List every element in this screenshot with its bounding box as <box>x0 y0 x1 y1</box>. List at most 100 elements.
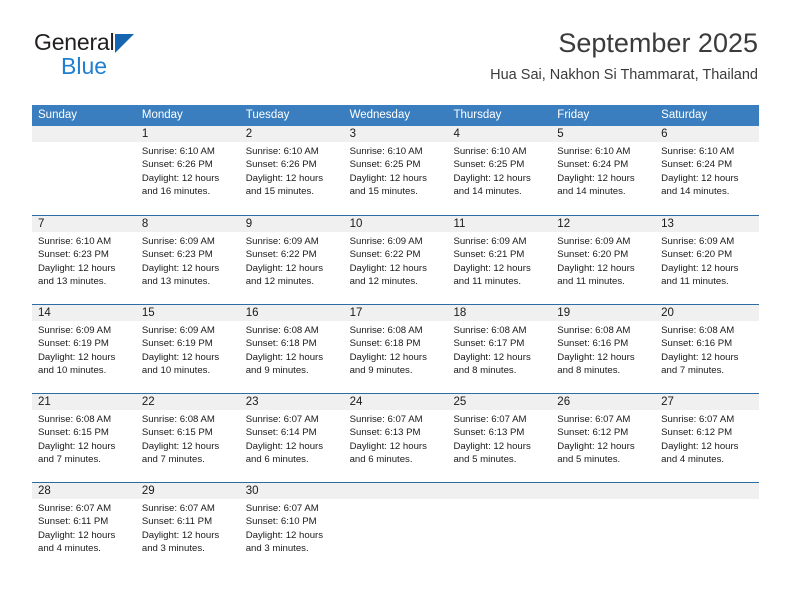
logo-text-blue: Blue <box>61 53 108 79</box>
day-detail-lines: Sunrise: 6:09 AM Sunset: 6:20 PM Daylight:… <box>551 232 655 289</box>
calendar-day-cell[interactable]: 1 Sunrise: 6:10 AM Sunset: 6:26 PM Daylight… <box>135 126 240 215</box>
calendar-day-cell[interactable]: 24 Sunrise: 6:07 AM Sunset: 6:13 PM Dayligh… <box>343 394 448 482</box>
calendar-day-cell[interactable]: 27 Sunrise: 6:07 AM Sunset: 6:12 PM Dayligh… <box>655 394 760 482</box>
day-number: 18 <box>447 305 552 321</box>
day-detail-line: Sunrise: 6:08 AM <box>661 325 735 336</box>
day-number: 14 <box>32 305 136 321</box>
day-number: 21 <box>32 394 136 410</box>
calendar-day-cell[interactable]: 25 Sunrise: 6:07 AM Sunset: 6:13 PM Dayligh… <box>447 394 552 482</box>
calendar-day-cell[interactable]: 2 Sunrise: 6:10 AM Sunset: 6:26 PM Daylight… <box>239 126 344 215</box>
page-subtitle: Hua Sai, Nakhon Si Thammarat, Thailand <box>490 67 758 83</box>
day-detail-line: Sunset: 6:23 PM <box>141 249 213 261</box>
day-detail-lines: Sunrise: 6:08 AM Sunset: 6:16 PM Daylight:… <box>551 321 655 378</box>
day-detail-lines: Sunrise: 6:09 AM Sunset: 6:19 PM Daylight:… <box>136 321 240 378</box>
day-detail-line: and 3 minutes. <box>141 543 205 555</box>
day-detail-lines: Sunrise: 6:10 AM Sunset: 6:26 PM Daylight:… <box>240 142 344 199</box>
day-detail-line: Sunrise: 6:10 AM <box>453 146 527 157</box>
general-blue-logo[interactable]: General Blue <box>34 28 214 84</box>
calendar-day-cell[interactable]: 21 Sunrise: 6:08 AM Sunset: 6:15 PM Dayligh… <box>32 394 136 482</box>
weekday-header-sunday: Sunday <box>38 109 78 121</box>
day-detail-line: Daylight: 12 hours <box>557 262 635 274</box>
calendar-day-cell[interactable]: 14 Sunrise: 6:09 AM Sunset: 6:19 PM Dayligh… <box>32 305 136 393</box>
day-detail-line: Sunrise: 6:08 AM <box>453 325 527 336</box>
day-detail-lines: Sunrise: 6:09 AM Sunset: 6:22 PM Daylight:… <box>344 232 448 289</box>
calendar-day-cell[interactable]: 15 Sunrise: 6:09 AM Sunset: 6:19 PM Dayligh… <box>135 305 240 393</box>
day-detail-line: Sunset: 6:19 PM <box>38 338 109 350</box>
calendar-day-cell[interactable]: 10 Sunrise: 6:09 AM Sunset: 6:22 PM Dayligh… <box>343 216 448 304</box>
day-detail-line: Daylight: 12 hours <box>141 351 220 363</box>
day-detail-line: Daylight: 12 hours <box>661 262 739 274</box>
day-detail-line: Sunset: 6:12 PM <box>661 427 733 439</box>
calendar-day-cell[interactable]: 30 Sunrise: 6:07 AM Sunset: 6:10 PM Dayligh… <box>239 483 344 571</box>
day-number: 7 <box>32 216 136 232</box>
calendar-day-cell[interactable]: 3 Sunrise: 6:10 AM Sunset: 6:25 PM Daylight… <box>343 126 448 215</box>
day-detail-lines: Sunrise: 6:08 AM Sunset: 6:18 PM Daylight:… <box>240 321 344 378</box>
day-detail-line: Sunrise: 6:07 AM <box>661 414 735 425</box>
day-detail-line: Sunrise: 6:09 AM <box>141 325 215 336</box>
day-detail-line: Sunset: 6:22 PM <box>349 249 421 261</box>
day-detail-line: Daylight: 12 hours <box>349 262 427 274</box>
calendar-day-cell[interactable]: 9 Sunrise: 6:09 AM Sunset: 6:22 PM Daylight… <box>239 216 344 304</box>
calendar-week-row: 1 Sunrise: 6:10 AM Sunset: 6:26 PM Daylight… <box>32 126 760 215</box>
day-detail-line: Sunrise: 6:07 AM <box>141 503 215 514</box>
day-detail-line: Daylight: 12 hours <box>141 262 220 274</box>
day-detail-lines: Sunrise: 6:08 AM Sunset: 6:17 PM Daylight:… <box>447 321 551 378</box>
page-title: September 2025 <box>558 28 758 58</box>
day-detail-lines: Sunrise: 6:10 AM Sunset: 6:24 PM Daylight:… <box>551 142 655 199</box>
day-detail-line: Daylight: 12 hours <box>245 529 324 541</box>
calendar-day-cell-empty <box>551 483 656 571</box>
day-detail-line: Sunrise: 6:09 AM <box>349 236 423 247</box>
day-detail-line: Sunset: 6:10 PM <box>245 516 317 528</box>
day-detail-line: Daylight: 12 hours <box>661 351 739 363</box>
day-detail-line: Daylight: 12 hours <box>453 172 531 184</box>
day-detail-line: and 5 minutes. <box>453 454 517 466</box>
day-detail-line: and 8 minutes. <box>557 365 621 377</box>
calendar-day-cell[interactable]: 17 Sunrise: 6:08 AM Sunset: 6:18 PM Dayligh… <box>343 305 448 393</box>
day-number: 5 <box>551 126 656 142</box>
day-number: 19 <box>551 305 656 321</box>
day-detail-line: Sunset: 6:20 PM <box>661 249 733 261</box>
day-detail-line: Sunrise: 6:07 AM <box>245 503 319 514</box>
calendar-day-cell[interactable]: 16 Sunrise: 6:08 AM Sunset: 6:18 PM Dayligh… <box>239 305 344 393</box>
day-detail-line: and 7 minutes. <box>661 365 725 377</box>
day-detail-line: Sunset: 6:12 PM <box>557 427 629 439</box>
day-detail-line: Sunrise: 6:10 AM <box>38 236 112 247</box>
day-detail-lines: Sunrise: 6:07 AM Sunset: 6:12 PM Daylight:… <box>655 410 759 467</box>
calendar-week-row: 7 Sunrise: 6:10 AM Sunset: 6:23 PM Daylight… <box>32 215 760 304</box>
day-detail-line: Daylight: 12 hours <box>38 440 116 452</box>
calendar-day-cell[interactable]: 11 Sunrise: 6:09 AM Sunset: 6:21 PM Dayligh… <box>447 216 552 304</box>
day-detail-line: and 13 minutes. <box>38 276 107 288</box>
calendar-day-cell[interactable]: 12 Sunrise: 6:09 AM Sunset: 6:20 PM Dayligh… <box>551 216 656 304</box>
calendar-day-cell[interactable]: 26 Sunrise: 6:07 AM Sunset: 6:12 PM Dayligh… <box>551 394 656 482</box>
calendar-day-cell-empty <box>447 483 552 571</box>
calendar-day-cell[interactable]: 19 Sunrise: 6:08 AM Sunset: 6:16 PM Dayligh… <box>551 305 656 393</box>
logo-text-general: General <box>34 29 115 55</box>
day-number: 27 <box>655 394 760 410</box>
day-detail-line: Sunset: 6:13 PM <box>349 427 421 439</box>
calendar-day-cell[interactable]: 28 Sunrise: 6:07 AM Sunset: 6:11 PM Dayligh… <box>32 483 136 571</box>
calendar-day-cell[interactable]: 6 Sunrise: 6:10 AM Sunset: 6:24 PM Daylight… <box>655 126 760 215</box>
calendar-day-cell[interactable]: 7 Sunrise: 6:10 AM Sunset: 6:23 PM Daylight… <box>32 216 136 304</box>
calendar-day-cell[interactable]: 23 Sunrise: 6:07 AM Sunset: 6:14 PM Dayligh… <box>239 394 344 482</box>
calendar-day-cell[interactable]: 8 Sunrise: 6:09 AM Sunset: 6:23 PM Daylight… <box>135 216 240 304</box>
calendar-day-cell[interactable]: 5 Sunrise: 6:10 AM Sunset: 6:24 PM Daylight… <box>551 126 656 215</box>
calendar-day-cell[interactable]: 29 Sunrise: 6:07 AM Sunset: 6:11 PM Dayligh… <box>135 483 240 571</box>
calendar-day-cell[interactable]: 20 Sunrise: 6:08 AM Sunset: 6:16 PM Dayligh… <box>655 305 760 393</box>
calendar-day-cell[interactable]: 4 Sunrise: 6:10 AM Sunset: 6:25 PM Daylight… <box>447 126 552 215</box>
day-detail-line: Daylight: 12 hours <box>245 440 324 452</box>
calendar-day-cell[interactable]: 13 Sunrise: 6:09 AM Sunset: 6:20 PM Dayligh… <box>655 216 760 304</box>
day-detail-line: Daylight: 12 hours <box>557 351 635 363</box>
day-number: 9 <box>239 216 344 232</box>
day-detail-line: Sunset: 6:18 PM <box>349 338 421 350</box>
day-detail-lines <box>447 499 551 502</box>
day-number: 8 <box>135 216 240 232</box>
calendar-day-cell-empty <box>343 483 448 571</box>
day-detail-lines: Sunrise: 6:10 AM Sunset: 6:25 PM Daylight:… <box>447 142 551 199</box>
calendar-day-cell[interactable]: 22 Sunrise: 6:08 AM Sunset: 6:15 PM Dayligh… <box>135 394 240 482</box>
day-detail-lines <box>32 142 136 145</box>
day-detail-line: Sunrise: 6:07 AM <box>453 414 527 425</box>
calendar-day-cell[interactable]: 18 Sunrise: 6:08 AM Sunset: 6:17 PM Dayligh… <box>447 305 552 393</box>
day-detail-lines: Sunrise: 6:08 AM Sunset: 6:16 PM Daylight:… <box>655 321 759 378</box>
calendar-day-cell-empty <box>32 126 136 215</box>
logo-triangle-icon <box>115 34 135 53</box>
